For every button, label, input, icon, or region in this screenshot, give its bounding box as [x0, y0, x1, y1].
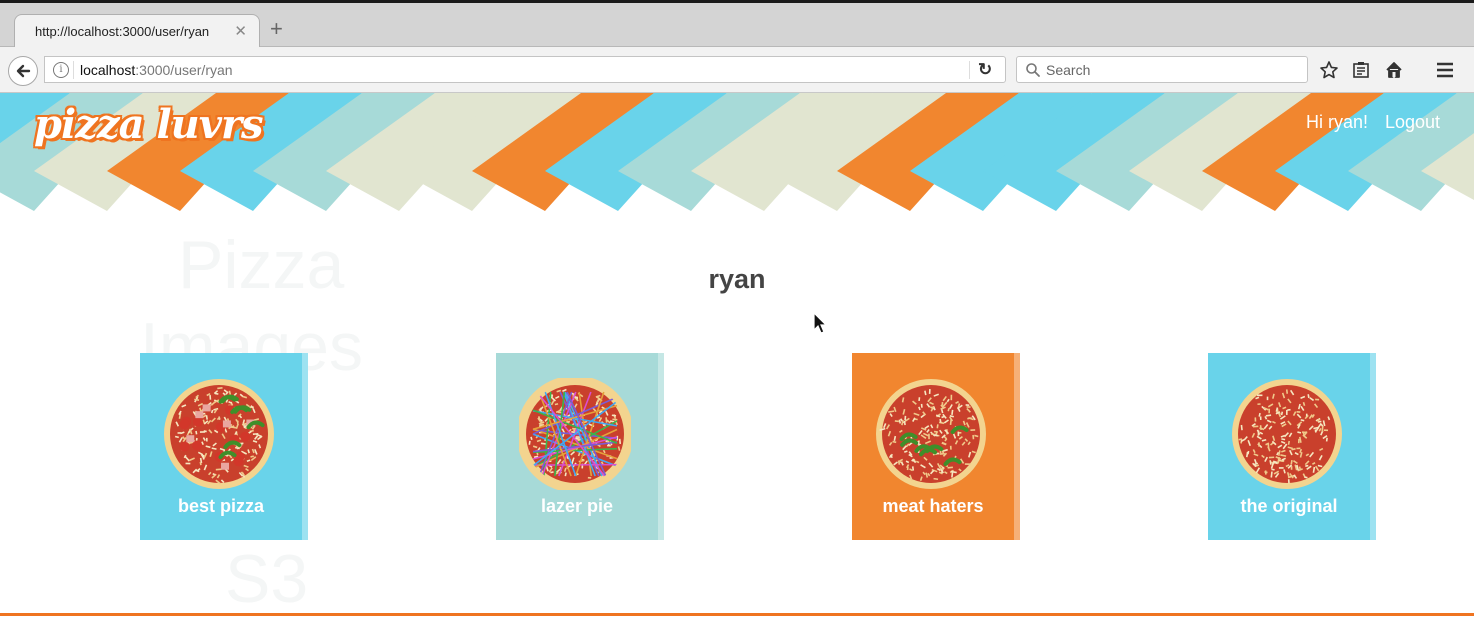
url-text[interactable]: localhost:3000/user/ryan: [80, 62, 233, 78]
pizza-image: [163, 378, 275, 490]
bookmark-star-icon[interactable]: [1317, 58, 1341, 82]
logout-link[interactable]: Logout: [1385, 112, 1440, 133]
reading-list-icon[interactable]: [1349, 58, 1373, 82]
browser-tab-bar: http://localhost:3000/user/ryan ✕ +: [0, 0, 1474, 47]
home-icon[interactable]: [1382, 58, 1406, 82]
search-bar[interactable]: Search: [1016, 56, 1308, 83]
reload-separator: [969, 61, 970, 79]
pizza-name: lazer pie: [496, 496, 658, 517]
card-edge: [1014, 353, 1020, 540]
user-greeting: Hi ryan!: [1306, 112, 1368, 133]
back-arrow-icon: [15, 63, 31, 79]
pizza-name: the original: [1208, 496, 1370, 517]
pizza-card[interactable]: the original: [1208, 353, 1376, 540]
url-separator: [73, 61, 74, 79]
browser-tab[interactable]: http://localhost:3000/user/ryan ✕: [14, 14, 260, 47]
pizza-card[interactable]: lazer pie: [496, 353, 664, 540]
card-edge: [1370, 353, 1376, 540]
tab-title: http://localhost:3000/user/ryan: [35, 24, 209, 39]
window-top-edge: [0, 0, 1474, 3]
back-button[interactable]: [8, 56, 38, 86]
tab-close-icon[interactable]: ✕: [234, 22, 247, 40]
card-edge: [302, 353, 308, 540]
search-placeholder: Search: [1046, 62, 1090, 78]
new-tab-button[interactable]: +: [270, 16, 283, 42]
pizza-image: [1231, 378, 1343, 490]
pizza-image: [875, 378, 987, 490]
pizza-card[interactable]: best pizza: [140, 353, 308, 540]
logo[interactable]: pizza luvrs: [34, 101, 263, 148]
mouse-cursor-icon: [813, 312, 829, 336]
url-host: localhost: [80, 62, 135, 78]
pizza-name: meat haters: [852, 496, 1014, 517]
pizza-image: [519, 378, 631, 490]
search-icon: [1025, 62, 1041, 78]
pizza-name: best pizza: [140, 496, 302, 517]
address-bar[interactable]: i localhost:3000/user/ryan ↻: [44, 56, 1006, 83]
pizza-card[interactable]: meat haters: [852, 353, 1020, 540]
ghost-text-3: S3: [225, 540, 308, 618]
info-icon[interactable]: i: [53, 62, 69, 78]
reload-icon[interactable]: ↻: [978, 60, 992, 80]
url-path: :3000/user/ryan: [135, 62, 232, 78]
card-edge: [658, 353, 664, 540]
browser-nav-bar: i localhost:3000/user/ryan ↻ Search: [0, 47, 1474, 93]
username-title: ryan: [0, 264, 1474, 295]
menu-icon[interactable]: [1433, 58, 1457, 82]
